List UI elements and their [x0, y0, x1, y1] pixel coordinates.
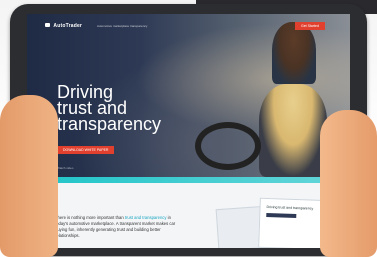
hero-customer	[259, 84, 327, 177]
intro-link[interactable]: trust and transparency	[125, 215, 167, 220]
headline-line-3: transparency	[57, 114, 162, 134]
section-accent-strip	[27, 177, 350, 183]
logo-text: AutoTrader	[53, 23, 83, 29]
left-hand	[0, 95, 58, 257]
site-logo[interactable]: AutoTrader	[45, 23, 82, 29]
download-white-paper-button[interactable]: DOWNLOAD WHITE PAPER	[57, 146, 115, 154]
header-tagline: Automotive marketplace transparency	[97, 24, 148, 28]
logo-icon	[45, 23, 50, 27]
tablet-screen: AutoTrader Automotive marketplace transp…	[27, 14, 350, 248]
intro-text-start: There is nothing more important than	[55, 215, 125, 220]
right-hand	[320, 110, 377, 257]
intro-section: There is nothing more important than tru…	[27, 177, 350, 248]
watch-video-link[interactable]: Watch video	[57, 166, 73, 170]
intro-paragraph: There is nothing more important than tru…	[55, 215, 185, 239]
document-title: Driving trust and transparency	[266, 204, 314, 211]
document-header-bar	[266, 212, 297, 219]
hero-headline: Driving trust and transparency	[57, 83, 207, 134]
top-navigation: AutoTrader Automotive marketplace transp…	[27, 14, 350, 36]
top-cta-button[interactable]: Get Started	[295, 22, 325, 30]
